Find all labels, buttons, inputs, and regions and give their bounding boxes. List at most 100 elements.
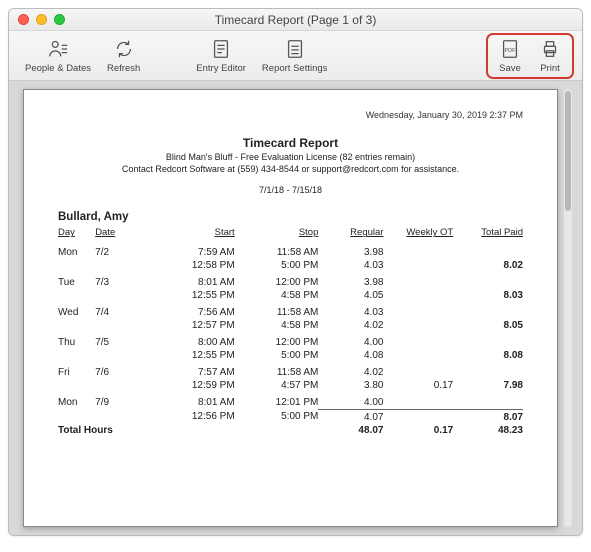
cell-date: 7/6 (95, 362, 146, 379)
entry-editor-button[interactable]: Entry Editor (188, 35, 254, 77)
cell-start: 7:59 AM (146, 242, 234, 259)
cell-regular: 3.98 (318, 242, 383, 259)
close-window-button[interactable] (18, 14, 29, 25)
cell-weekly-ot: 0.17 (383, 379, 453, 392)
minimize-window-button[interactable] (36, 14, 47, 25)
cell-stop: 5:00 PM (235, 259, 319, 272)
cell-stop: 5:00 PM (235, 410, 319, 425)
refresh-label: Refresh (107, 63, 140, 74)
report-range: 7/1/18 - 7/15/18 (58, 185, 523, 195)
refresh-button[interactable]: Refresh (99, 35, 148, 77)
cell-day (58, 259, 95, 272)
report-page: Wednesday, January 30, 2019 2:37 PM Time… (23, 89, 558, 527)
zoom-window-button[interactable] (54, 14, 65, 25)
report-settings-button[interactable]: Report Settings (254, 35, 335, 77)
cell-regular: 4.02 (318, 362, 383, 379)
cell-stop: 4:57 PM (235, 379, 319, 392)
cell-regular: 4.07 (318, 410, 383, 425)
report-datetime: Wednesday, January 30, 2019 2:37 PM (58, 110, 523, 120)
document-edit-icon (209, 37, 233, 61)
cell-start: 8:00 AM (146, 332, 234, 349)
cell-weekly-ot (383, 302, 453, 319)
cell-weekly-ot (383, 362, 453, 379)
totals-total-paid: 48.23 (453, 424, 523, 437)
cell-regular: 4.08 (318, 349, 383, 362)
cell-regular: 3.80 (318, 379, 383, 392)
cell-day: Thu (58, 332, 95, 349)
col-weekly-ot: Weekly OT (383, 227, 453, 242)
cell-total-paid: 8.05 (453, 319, 523, 332)
cell-date (95, 259, 146, 272)
cell-weekly-ot (383, 332, 453, 349)
scrollbar-thumb[interactable] (565, 91, 571, 211)
cell-start: 7:56 AM (146, 302, 234, 319)
cell-regular: 4.02 (318, 319, 383, 332)
content-area: Wednesday, January 30, 2019 2:37 PM Time… (9, 81, 582, 535)
cell-weekly-ot (383, 349, 453, 362)
totals-weekly-ot: 0.17 (383, 424, 453, 437)
print-button[interactable]: Print (530, 35, 570, 77)
cell-weekly-ot (383, 392, 453, 410)
cell-stop: 4:58 PM (235, 319, 319, 332)
report-settings-label: Report Settings (262, 63, 327, 74)
cell-start: 12:55 PM (146, 289, 234, 302)
window-frame: Timecard Report (Page 1 of 3) People & D… (8, 8, 583, 536)
col-stop: Stop (235, 227, 319, 242)
cell-weekly-ot (383, 259, 453, 272)
cell-date (95, 319, 146, 332)
cell-day: Fri (58, 362, 95, 379)
toolbar-mid-group: Entry Editor Report Settings (188, 35, 335, 77)
cell-day (58, 410, 95, 425)
cell-total-paid: 8.08 (453, 349, 523, 362)
cell-date: 7/4 (95, 302, 146, 319)
timecard-table: Day Date Start Stop Regular Weekly OT To… (58, 227, 523, 437)
cell-total-paid: 8.07 (453, 410, 523, 425)
cell-start: 12:55 PM (146, 349, 234, 362)
toolbar: People & Dates Refresh Entry Editor (9, 31, 582, 81)
cell-date (95, 379, 146, 392)
cell-total-paid (453, 392, 523, 410)
cell-stop: 11:58 AM (235, 302, 319, 319)
table-row: Mon7/98:01 AM12:01 PM4.00 (58, 392, 523, 410)
cell-total-paid (453, 272, 523, 289)
cell-weekly-ot (383, 319, 453, 332)
cell-date: 7/9 (95, 392, 146, 410)
cell-start: 7:57 AM (146, 362, 234, 379)
cell-day (58, 319, 95, 332)
cell-regular: 4.00 (318, 332, 383, 349)
table-row: Thu7/58:00 AM12:00 PM4.00 (58, 332, 523, 349)
toolbar-right-actions-highlight: PDF Save Print (486, 33, 574, 79)
cell-weekly-ot (383, 242, 453, 259)
totals-regular: 48.07 (318, 424, 383, 437)
cell-weekly-ot (383, 272, 453, 289)
vertical-scrollbar[interactable] (564, 89, 572, 527)
cell-day: Wed (58, 302, 95, 319)
col-total-paid: Total Paid (453, 227, 523, 242)
totals-label: Total Hours (58, 424, 146, 437)
cell-total-paid (453, 332, 523, 349)
cell-day: Tue (58, 272, 95, 289)
people-and-dates-label: People & Dates (25, 63, 91, 74)
cell-stop: 12:01 PM (235, 392, 319, 410)
report-subtitle-line2: Contact Redcort Software at (559) 434-85… (122, 164, 459, 174)
cell-day (58, 349, 95, 362)
cell-total-paid: 7.98 (453, 379, 523, 392)
document-settings-icon (283, 37, 307, 61)
report-title: Timecard Report (58, 136, 523, 150)
cell-regular: 4.00 (318, 392, 383, 410)
save-button[interactable]: PDF Save (490, 35, 530, 77)
table-row: Wed7/47:56 AM11:58 AM4.03 (58, 302, 523, 319)
cell-total-paid: 8.02 (453, 259, 523, 272)
cell-total-paid: 8.03 (453, 289, 523, 302)
totals-row: Total Hours 48.07 0.17 48.23 (58, 424, 523, 437)
table-row: 12:56 PM5:00 PM4.078.07 (58, 410, 523, 425)
people-and-dates-button[interactable]: People & Dates (17, 35, 99, 77)
cell-regular: 4.03 (318, 302, 383, 319)
cell-total-paid (453, 242, 523, 259)
cell-date (95, 410, 146, 425)
entry-editor-label: Entry Editor (196, 63, 246, 74)
cell-day (58, 379, 95, 392)
table-row: 12:57 PM4:58 PM4.028.05 (58, 319, 523, 332)
cell-stop: 11:58 AM (235, 242, 319, 259)
cell-start: 8:01 AM (146, 272, 234, 289)
